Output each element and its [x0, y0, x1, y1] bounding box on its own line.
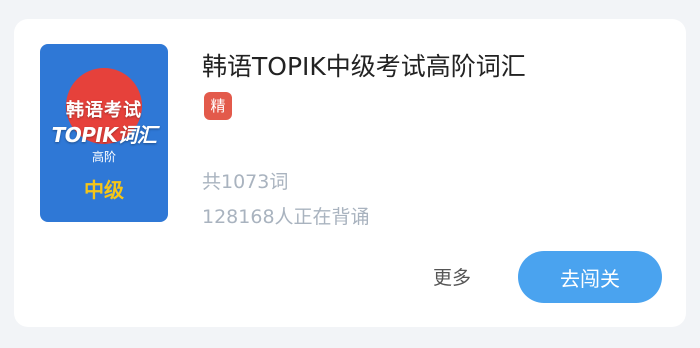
cover-topik-line: TOPIK词汇 — [51, 123, 157, 147]
word-count: 共1073词 — [202, 171, 289, 193]
more-button[interactable]: 更多 — [416, 260, 488, 296]
featured-badge: 精 — [204, 92, 232, 120]
learners-count: 128168人正在背诵 — [202, 206, 370, 228]
start-challenge-button[interactable]: 去闯关 — [518, 251, 662, 303]
book-title: 韩语TOPIK中级考试高阶词汇 — [202, 52, 526, 81]
cover-level-label: 中级 — [84, 178, 124, 202]
wordbook-card: 韩语考试 TOPIK词汇 高阶 中级 韩语TOPIK中级考试高阶词汇 精 共10… — [14, 19, 686, 327]
cover-subtitle: 高阶 — [91, 150, 116, 164]
book-cover-image[interactable]: 韩语考试 TOPIK词汇 高阶 中级 — [40, 44, 168, 222]
